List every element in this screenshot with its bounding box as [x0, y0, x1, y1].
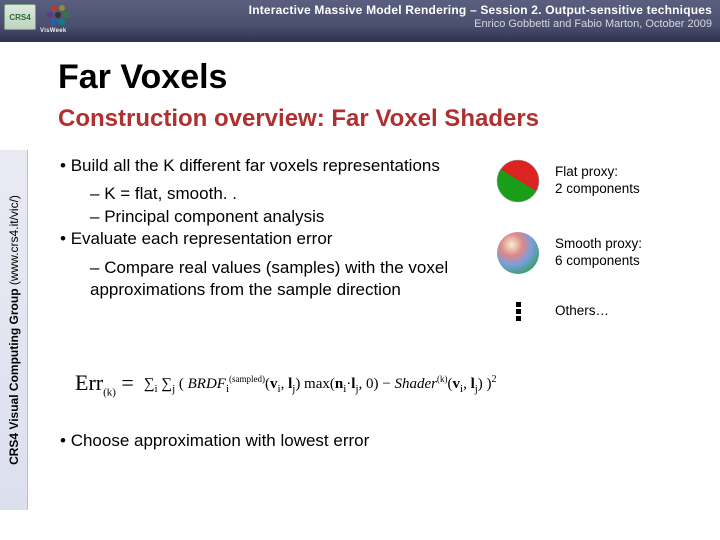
- sidebar-strip: CRS4 Visual Computing Group (www.crs4.it…: [0, 150, 28, 510]
- page-title: Far Voxels: [58, 58, 227, 97]
- bullet-final: Choose approximation with lowest error: [60, 430, 480, 452]
- page-subtitle: Construction overview: Far Voxel Shaders: [58, 105, 539, 133]
- proxy-others-row: Others…: [495, 302, 705, 321]
- sidebar-group: CRS4 Visual Computing Group: [7, 288, 21, 464]
- equation-lhs: Err(k) =: [75, 370, 134, 398]
- bullet-1a: K = flat, smooth. .: [90, 183, 490, 205]
- bullet-1: Build all the K different far voxels rep…: [60, 155, 490, 177]
- equation-row: Err(k) = ∑i ∑j ( BRDFi(sampled)(vi, lj) …: [75, 370, 501, 398]
- flat-proxy-icon: [495, 158, 541, 204]
- flat-proxy-label: Flat proxy:2 components: [555, 164, 640, 198]
- crs4-logo-icon: CRS4: [4, 4, 36, 30]
- bullet-2: Evaluate each representation error: [60, 228, 490, 250]
- bullet-2a: Compare real values (samples) with the v…: [90, 257, 490, 302]
- equation-rhs: ∑i ∑j ( BRDFi(sampled)(vi, lj) max(ni·lj…: [140, 372, 501, 397]
- smooth-proxy-label: Smooth proxy:6 components: [555, 236, 642, 270]
- sidebar-url: (www.crs4.it/vic/): [7, 195, 21, 288]
- header-logos: CRS4 VisWeek: [4, 2, 78, 32]
- visweek-logo-icon: VisWeek: [42, 2, 78, 32]
- proxy-column: Flat proxy:2 components Smooth pr: [495, 158, 705, 347]
- bullet-1b: Principal component analysis: [90, 206, 490, 228]
- body-bullets: Build all the K different far voxels rep…: [60, 155, 490, 302]
- slide-root: CRS4 VisWeek Interactive Massive Model R…: [0, 0, 720, 540]
- header-course-title: Interactive Massive Model Rendering – Se…: [58, 3, 712, 17]
- proxy-flat-row: Flat proxy:2 components: [495, 158, 705, 204]
- visweek-label: VisWeek: [40, 28, 67, 34]
- others-label: Others…: [555, 303, 609, 320]
- smooth-proxy-icon: [495, 230, 541, 276]
- sidebar-label: CRS4 Visual Computing Group (www.crs4.it…: [7, 195, 21, 465]
- header-byline: Enrico Gobbetti and Fabio Marton, Octobe…: [58, 18, 712, 30]
- proxy-smooth-row: Smooth proxy:6 components: [495, 230, 705, 276]
- header-band: CRS4 VisWeek Interactive Massive Model R…: [0, 0, 720, 42]
- vertical-ellipsis-icon: [495, 302, 541, 321]
